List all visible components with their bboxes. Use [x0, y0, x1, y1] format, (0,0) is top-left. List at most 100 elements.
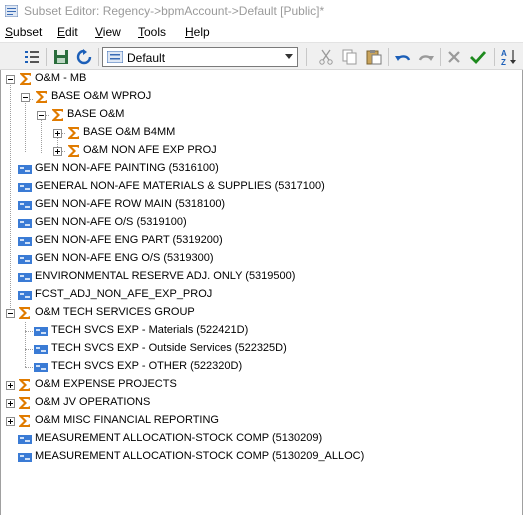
keep-button[interactable] [468, 47, 488, 67]
consolidated-sigma-icon [51, 108, 64, 122]
undo-button[interactable] [393, 47, 413, 67]
tree-row[interactable]: BASE O&M B4MM [1, 124, 522, 142]
leaf-element-icon [18, 289, 34, 301]
tree-row[interactable]: GEN NON-AFE ENG O/S (5319300) [1, 250, 522, 268]
menu-edit[interactable]: Edit [57, 25, 78, 39]
tree-row[interactable]: O&M NON AFE EXP PROJ [1, 142, 522, 160]
tree-row[interactable]: BASE O&M [1, 106, 522, 124]
tree-row[interactable]: O&M EXPENSE PROJECTS [1, 376, 522, 394]
cut-icon [319, 49, 333, 65]
subset-editor-icon [5, 5, 18, 17]
cut-button[interactable] [316, 47, 336, 67]
sort-az-button[interactable]: A Z [499, 47, 519, 67]
svg-text:A: A [501, 49, 507, 58]
consolidated-sigma-icon [18, 396, 31, 410]
tree-row-label: O&M - MB [35, 72, 87, 84]
menu-subset-accel: S [5, 25, 14, 39]
toolbar-separator [494, 48, 495, 66]
menu-tools[interactable]: Tools [138, 25, 166, 39]
expand-icon[interactable] [53, 147, 62, 156]
delete-icon [448, 51, 460, 63]
collapse-icon[interactable] [21, 93, 30, 102]
tree-row[interactable]: GEN NON-AFE O/S (5319100) [1, 214, 522, 232]
tree-row-label: MEASUREMENT ALLOCATION-STOCK COMP (51302… [35, 432, 323, 444]
leaf-element-icon [18, 271, 34, 283]
tree-row[interactable]: GEN NON-AFE PAINTING (5316100) [1, 160, 522, 178]
menu-subset[interactable]: Subset [5, 25, 42, 39]
refresh-button[interactable] [74, 47, 94, 67]
tree-row[interactable]: GEN NON-AFE ROW MAIN (5318100) [1, 196, 522, 214]
tree-row-label: TECH SVCS EXP - OTHER (522320D) [51, 360, 243, 372]
tree-row[interactable]: TECH SVCS EXP - OTHER (522320D) [1, 358, 522, 376]
consolidated-sigma-icon [67, 126, 80, 140]
subset-list-icon [107, 51, 123, 63]
menu-view[interactable]: View [95, 25, 121, 39]
tree-row[interactable]: GEN NON-AFE ENG PART (5319200) [1, 232, 522, 250]
delete-button[interactable] [444, 47, 464, 67]
tree-row[interactable]: MEASUREMENT ALLOCATION-STOCK COMP (51302… [1, 448, 522, 466]
expand-icon[interactable] [6, 381, 15, 390]
expand-icon[interactable] [53, 129, 62, 138]
menu-bar: Subset Edit View Tools Help [0, 23, 523, 42]
tree-row[interactable]: ENVIRONMENTAL RESERVE ADJ. ONLY (5319500… [1, 268, 522, 286]
tree-row[interactable]: O&M - MB [1, 70, 522, 88]
subset-list-button[interactable] [22, 47, 42, 67]
tree-row-label: O&M TECH SERVICES GROUP [35, 306, 195, 318]
leaf-element-icon [18, 235, 34, 247]
tree-row[interactable]: FCST_ADJ_NON_AFE_EXP_PROJ [1, 286, 522, 304]
subset-tree[interactable]: O&M - MB BASE O&M WPROJ BASE O&M BASE O&M B… [0, 70, 523, 515]
leaf-element-icon [34, 361, 50, 373]
collapse-icon[interactable] [37, 111, 46, 120]
toolbar-separator [440, 48, 441, 66]
tree-row-label: GEN NON-AFE ENG PART (5319200) [35, 234, 223, 246]
menu-view-rest: iew [102, 25, 121, 39]
menu-edit-accel: E [57, 25, 66, 39]
undo-icon [395, 55, 411, 61]
tree-row-label: GEN NON-AFE ENG O/S (5319300) [35, 252, 214, 264]
chevron-down-icon[interactable] [285, 54, 293, 59]
leaf-element-icon [18, 217, 34, 229]
tree-row[interactable]: TECH SVCS EXP - Outside Services (522325… [1, 340, 522, 358]
consolidated-sigma-icon [67, 144, 80, 158]
tree-row-label: GENERAL NON-AFE MATERIALS & SUPPLIES (53… [35, 180, 325, 192]
tree-row[interactable]: BASE O&M WPROJ [1, 88, 522, 106]
tree-row[interactable]: O&M TECH SERVICES GROUP [1, 304, 522, 322]
copy-button[interactable] [340, 47, 360, 67]
save-button[interactable] [51, 47, 71, 67]
consolidated-sigma-icon [35, 90, 48, 104]
subset-selector-value: Default [127, 51, 166, 65]
collapse-icon[interactable] [6, 75, 15, 84]
menu-help[interactable]: Help [185, 25, 210, 39]
tree-row[interactable]: GENERAL NON-AFE MATERIALS & SUPPLIES (53… [1, 178, 522, 196]
redo-button[interactable] [416, 47, 436, 67]
tree-row[interactable]: TECH SVCS EXP - Materials (522421D) [1, 322, 522, 340]
toolbar-separator [98, 48, 99, 66]
toolbar: Default A Z [0, 42, 523, 70]
refresh-icon [76, 49, 92, 65]
tree-row-label: O&M JV OPERATIONS [35, 396, 151, 408]
tree-row-label: BASE O&M B4MM [83, 126, 176, 138]
leaf-element-icon [34, 325, 50, 337]
menu-subset-rest: ubset [13, 25, 43, 39]
paste-icon [366, 50, 382, 65]
redo-icon [418, 55, 434, 61]
tree-row-label: GEN NON-AFE O/S (5319100) [35, 216, 187, 228]
tree-row[interactable]: MEASUREMENT ALLOCATION-STOCK COMP (51302… [1, 430, 522, 448]
paste-button[interactable] [364, 47, 384, 67]
consolidated-sigma-icon [18, 414, 31, 428]
toolbar-separator [306, 48, 307, 66]
expand-icon[interactable] [6, 417, 15, 426]
tree-row[interactable]: O&M MISC FINANCIAL REPORTING [1, 412, 522, 430]
menu-edit-rest: dit [65, 25, 78, 39]
toolbar-separator [388, 48, 389, 66]
leaf-element-icon [18, 433, 34, 445]
window-title: Subset Editor: Regency->bpmAccount->Defa… [24, 4, 325, 18]
tree-row[interactable]: O&M JV OPERATIONS [1, 394, 522, 412]
collapse-icon[interactable] [6, 309, 15, 318]
leaf-element-icon [18, 253, 34, 265]
expand-icon[interactable] [6, 399, 15, 408]
keep-icon [470, 51, 486, 65]
subset-selector[interactable]: Default [102, 47, 298, 67]
sort-az-icon: A Z [501, 49, 516, 66]
tree-row-label: GEN NON-AFE PAINTING (5316100) [35, 162, 219, 174]
